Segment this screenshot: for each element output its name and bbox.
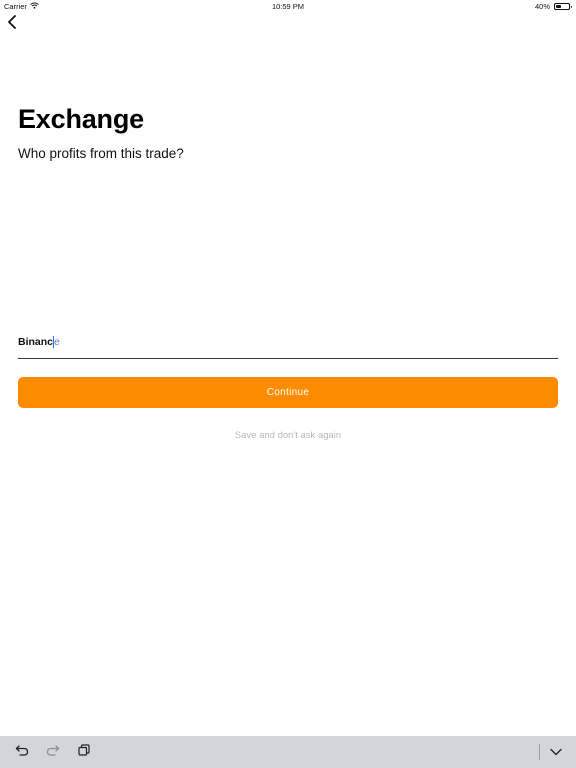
page-title: Exchange [18,104,144,134]
dismiss-keyboard-button[interactable] [548,744,564,760]
redo-button[interactable] [45,744,61,760]
chevron-left-icon [7,14,17,34]
redo-icon [46,743,60,761]
status-time: 10:59 PM [271,2,305,11]
save-dont-ask-label: Save and don't ask again [234,430,342,441]
exchange-screen: Carrier 10:59 PM 40% Exchange Who profit… [0,0,576,768]
chevron-down-icon [550,743,562,761]
undo-icon [15,743,29,761]
status-right: 40% [534,2,572,11]
keyboard-accessory-bar [0,736,576,768]
back-button[interactable] [4,14,20,34]
page-subtitle: Who profits from this trade? [18,146,184,161]
paste-button[interactable] [76,744,92,760]
undo-button[interactable] [14,744,30,760]
exchange-input-field[interactable]: Binanc e [18,330,558,359]
status-bar: Carrier 10:59 PM 40% [0,0,576,12]
exchange-input-text[interactable]: Binanc e [18,336,60,348]
paste-icon [78,743,90,761]
battery-icon [554,3,572,10]
continue-button[interactable]: Continue [18,377,558,408]
continue-button-label: Continue [266,387,310,398]
keyboard-bar-divider [539,744,540,760]
input-suggested-text: e [54,336,60,348]
battery-level [556,5,561,8]
input-typed-text: Binanc [18,336,54,348]
battery-percent: 40% [534,2,550,11]
save-dont-ask-button[interactable]: Save and don't ask again [0,430,576,441]
